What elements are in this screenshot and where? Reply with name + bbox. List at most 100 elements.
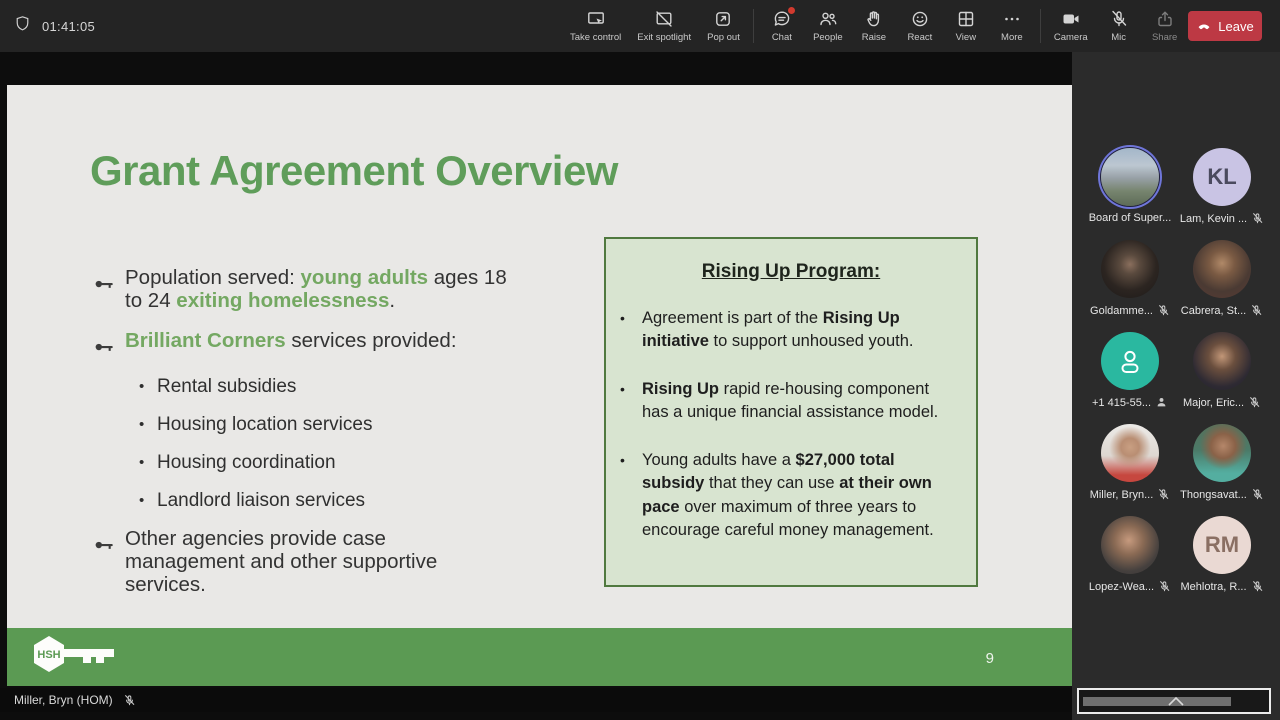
slide-bullet: • Landlord liaison services — [139, 489, 557, 512]
participant-avatar — [1101, 424, 1159, 482]
slide-bullet: • Housing location services — [139, 413, 557, 436]
gallery-scroll-up-control[interactable] — [1077, 688, 1271, 714]
muted-mic-icon — [1250, 304, 1263, 317]
key-bullet-icon — [95, 267, 125, 297]
people-button[interactable]: People — [805, 0, 851, 52]
participant-label: Cabrera, St... — [1181, 304, 1263, 317]
callout-bullet: • Rising Up rapid re-housing component ha… — [620, 378, 968, 425]
leave-button[interactable]: Leave — [1188, 11, 1262, 41]
participant-avatar — [1101, 240, 1159, 298]
participant-tile[interactable]: Board of Super... — [1084, 148, 1176, 240]
muted-mic-icon — [1251, 488, 1264, 501]
toolbar-button-label: More — [1001, 32, 1023, 43]
participant-tile[interactable]: Thongsavat... — [1176, 424, 1268, 516]
participant-label: +1 415-55... — [1092, 396, 1168, 409]
take-control-icon — [586, 9, 606, 29]
camera-icon — [1061, 9, 1081, 29]
phone-user-avatar — [1101, 332, 1159, 390]
dot-bullet: • — [620, 310, 625, 326]
participant-name: Cabrera, St... — [1180, 304, 1247, 317]
participant-label: Miller, Bryn... — [1090, 488, 1171, 501]
toolbar-button-label: View — [955, 32, 977, 43]
participant-tile[interactable]: KL Lam, Kevin ... — [1176, 148, 1268, 240]
participant-avatar — [1193, 332, 1251, 390]
bullet-text: Other agencies provide case management a… — [125, 527, 438, 597]
presenter-name-bar: Miller, Bryn (HOM) — [0, 688, 1072, 712]
muted-mic-icon — [1251, 212, 1264, 225]
toolbar-button-label: Chat — [771, 32, 792, 43]
callout-bullet-list: • Agreement is part of the Rising Up init… — [606, 307, 976, 542]
callout-bullet: • Young adults have a $27,000 total subsi… — [620, 449, 968, 543]
bullet-text: Population served: young adults ages 18 … — [125, 266, 507, 312]
participant-tile[interactable]: Lopez-Wea... — [1084, 516, 1176, 608]
participant-label: Lopez-Wea... — [1089, 580, 1171, 593]
raise-button[interactable]: Raise — [851, 0, 897, 52]
exit-spotlight-icon — [654, 9, 674, 29]
participant-tile[interactable]: +1 415-55... — [1084, 332, 1176, 424]
view-icon — [956, 9, 976, 29]
slide-title: Grant Agreement Overview — [90, 147, 618, 194]
bullet-text: Housing location services — [157, 413, 373, 435]
toolbar-button-label: Raise — [861, 32, 886, 43]
pop-out-button[interactable]: Pop out — [699, 0, 748, 52]
share-button[interactable]: Share — [1142, 0, 1188, 52]
participant-name: Board of Super... — [1088, 212, 1172, 224]
mic-button[interactable]: Mic — [1096, 0, 1142, 52]
chat-button[interactable]: Chat — [759, 0, 805, 52]
participant-label: Goldamme... — [1090, 304, 1170, 317]
bullet-text: Rental subsidies — [157, 375, 297, 397]
participant-name: +1 415-55... — [1091, 396, 1152, 409]
participant-label: Board of Super... — [1089, 212, 1172, 224]
react-button[interactable]: React — [897, 0, 943, 52]
view-button[interactable]: View — [943, 0, 989, 52]
notification-badge — [787, 7, 795, 14]
toolbar-buttons: Take control Exit spotlight Pop out Chat Peo… — [562, 0, 1188, 52]
hang-up-icon — [1196, 17, 1212, 36]
slide-bullet: • Rental subsidies — [139, 375, 557, 398]
take-control-button[interactable]: Take control — [562, 0, 629, 52]
callout-title: Rising Up Program: — [701, 261, 881, 282]
more-button[interactable]: More — [989, 0, 1035, 52]
participant-tile[interactable]: RM Mehlotra, R... — [1176, 516, 1268, 608]
people-icon — [818, 9, 838, 29]
presenter-name: Miller, Bryn (HOM) — [14, 693, 113, 707]
bullet-text: Landlord liaison services — [157, 489, 366, 511]
bullet-text: Agreement is part of the Rising Up initi… — [642, 309, 914, 351]
participant-name: Goldamme... — [1090, 304, 1153, 317]
toolbar-button-label: Camera — [1053, 32, 1088, 43]
participant-tile[interactable]: Goldamme... — [1084, 240, 1176, 332]
exit-spotlight-button[interactable]: Exit spotlight — [629, 0, 699, 52]
participant-tile[interactable]: Major, Eric... — [1176, 332, 1268, 424]
toolbar-button-label: Share — [1151, 32, 1178, 43]
participant-tile[interactable]: Cabrera, St... — [1176, 240, 1268, 332]
participant-avatar — [1193, 424, 1251, 482]
slide-page-number: 9 — [985, 650, 994, 667]
phone-participant-icon — [1155, 396, 1168, 409]
initials-avatar: KL — [1193, 148, 1251, 206]
muted-mic-icon — [1157, 488, 1170, 501]
bullet-text: Housing coordination — [157, 451, 336, 473]
participant-avatar — [1101, 516, 1159, 574]
react-icon — [910, 9, 930, 29]
initials-avatar: RM — [1193, 516, 1251, 574]
participant-avatar — [1101, 148, 1159, 206]
camera-button[interactable]: Camera — [1046, 0, 1096, 52]
muted-mic-icon — [1158, 580, 1171, 593]
bullet-text: Young adults have a $27,000 total subsid… — [642, 450, 934, 539]
muted-mic-icon — [1251, 580, 1264, 593]
toolbar-button-label: People — [813, 32, 843, 43]
shared-screen: Grant Agreement Overview Population serv… — [0, 52, 1072, 720]
hsh-key-logo: HSH — [29, 633, 121, 685]
slide-bullet: Brilliant Corners services provided: — [95, 329, 557, 360]
toolbar-button-label: Pop out — [707, 32, 740, 43]
chat-icon — [772, 7, 795, 29]
gallery-scrollbar[interactable] — [1083, 697, 1231, 706]
toolbar-separator — [752, 9, 754, 43]
more-icon — [1002, 9, 1022, 29]
participant-name: Lopez-Wea... — [1088, 580, 1155, 593]
raise-icon — [864, 9, 884, 29]
participant-tile[interactable]: Miller, Bryn... — [1084, 424, 1176, 516]
presentation-slide: Grant Agreement Overview Population serv… — [7, 85, 1072, 686]
slide-bullet: Other agencies provide case management a… — [95, 527, 557, 597]
dot-bullet: • — [139, 453, 145, 471]
